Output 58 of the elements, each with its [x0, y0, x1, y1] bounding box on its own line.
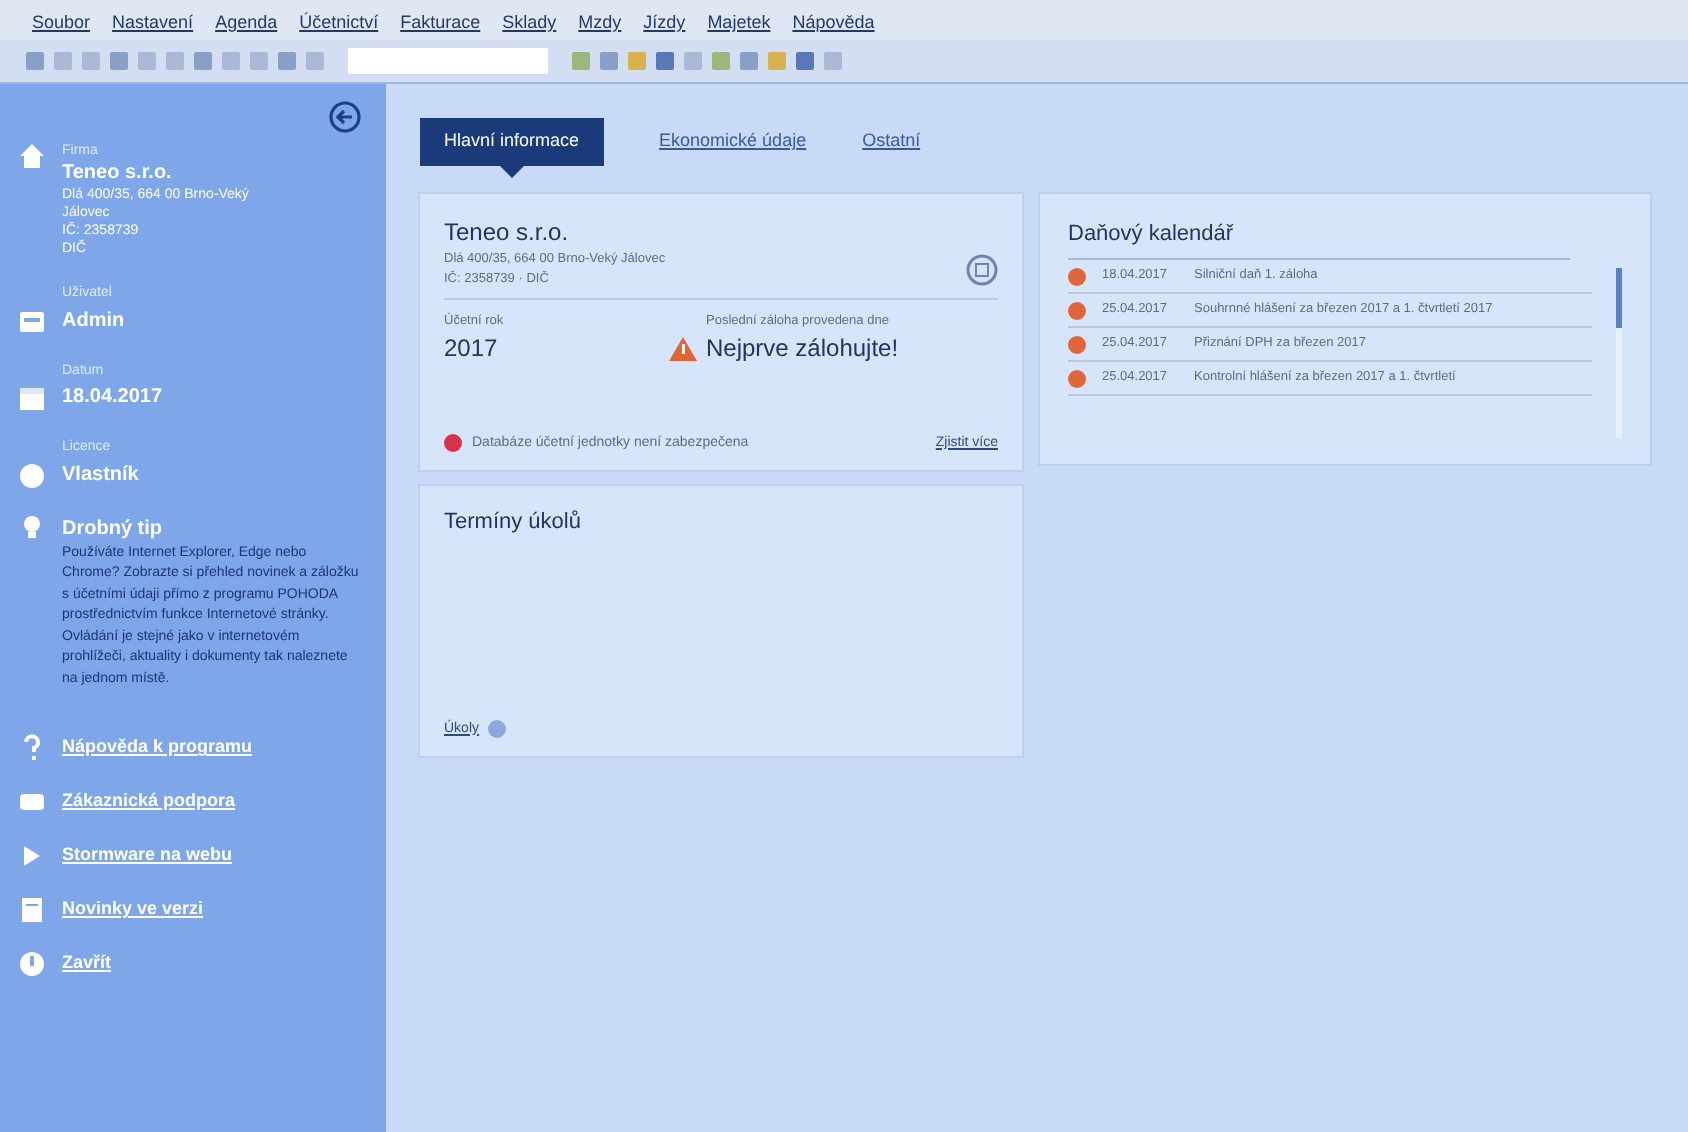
backup-warning: Nejprve zálohujte!: [706, 332, 899, 367]
pointer-icon: [499, 166, 524, 178]
tool-icon[interactable]: [304, 50, 326, 72]
field-value: Admin: [62, 307, 125, 335]
tool-icon[interactable]: [24, 50, 46, 72]
scrollbar[interactable]: [1616, 267, 1622, 437]
menu-item[interactable]: Nastavení: [112, 10, 194, 40]
tool-icon[interactable]: [164, 50, 186, 72]
card-title: Termíny úkolů: [444, 508, 583, 538]
menu-item[interactable]: Nápověda: [792, 10, 875, 40]
tool-icon[interactable]: [794, 50, 816, 72]
tool-icon[interactable]: [108, 50, 130, 72]
tool-icon[interactable]: [570, 50, 592, 72]
year-value: 2017: [444, 332, 500, 367]
edit-icon[interactable]: [966, 253, 998, 286]
tab[interactable]: Ekonomické údaje: [659, 118, 807, 166]
lightbulb-icon: [18, 513, 46, 541]
card-title: Teneo s.r.o.: [444, 216, 571, 250]
tool-icon[interactable]: [276, 50, 298, 72]
tool-icon[interactable]: [626, 50, 648, 72]
tool-icon[interactable]: [766, 50, 788, 72]
calendar-icon: [18, 384, 46, 412]
menu-item[interactable]: Účetnictví: [299, 10, 379, 40]
tool-icon[interactable]: [682, 50, 704, 72]
menu-item[interactable]: Soubor: [32, 10, 91, 40]
power-icon: [18, 950, 46, 978]
tool-icon[interactable]: [654, 50, 676, 72]
tip-title: Drobný tip: [62, 515, 164, 543]
menu-item[interactable]: Agenda: [215, 10, 278, 40]
chat-icon: [18, 788, 46, 816]
document-icon: [18, 896, 46, 924]
search-field[interactable]: [348, 48, 548, 74]
question-icon: [18, 734, 46, 762]
tool-icon[interactable]: [136, 50, 158, 72]
tool-icon[interactable]: [822, 50, 844, 72]
menu-item[interactable]: Sklady: [502, 10, 557, 40]
tool-icon[interactable]: [248, 50, 270, 72]
home-icon: [18, 142, 46, 170]
tool-icon[interactable]: [220, 50, 242, 72]
menu-item[interactable]: Jízdy: [643, 10, 686, 40]
error-icon: [444, 434, 462, 453]
tool-icon[interactable]: [52, 50, 74, 72]
tool-icon[interactable]: [710, 50, 732, 72]
tool-icon[interactable]: [80, 50, 102, 72]
field-value: 18.04.2017: [62, 384, 163, 412]
back-icon[interactable]: [328, 100, 362, 134]
tab[interactable]: Ostatní: [862, 118, 921, 166]
warning-icon: [668, 335, 698, 362]
company-name: Teneo s.r.o.: [62, 160, 174, 186]
tool-icon[interactable]: [738, 50, 760, 72]
menu-item[interactable]: Majetek: [707, 10, 771, 40]
menu-item[interactable]: Mzdy: [578, 10, 622, 40]
menu-item[interactable]: Fakturace: [400, 10, 481, 40]
tool-icon[interactable]: [598, 50, 620, 72]
person-card-icon: [18, 307, 46, 335]
field-value: Vlastník: [62, 461, 139, 489]
tool-icon[interactable]: [192, 50, 214, 72]
card-title: Daňový kalendář: [1068, 218, 1570, 259]
